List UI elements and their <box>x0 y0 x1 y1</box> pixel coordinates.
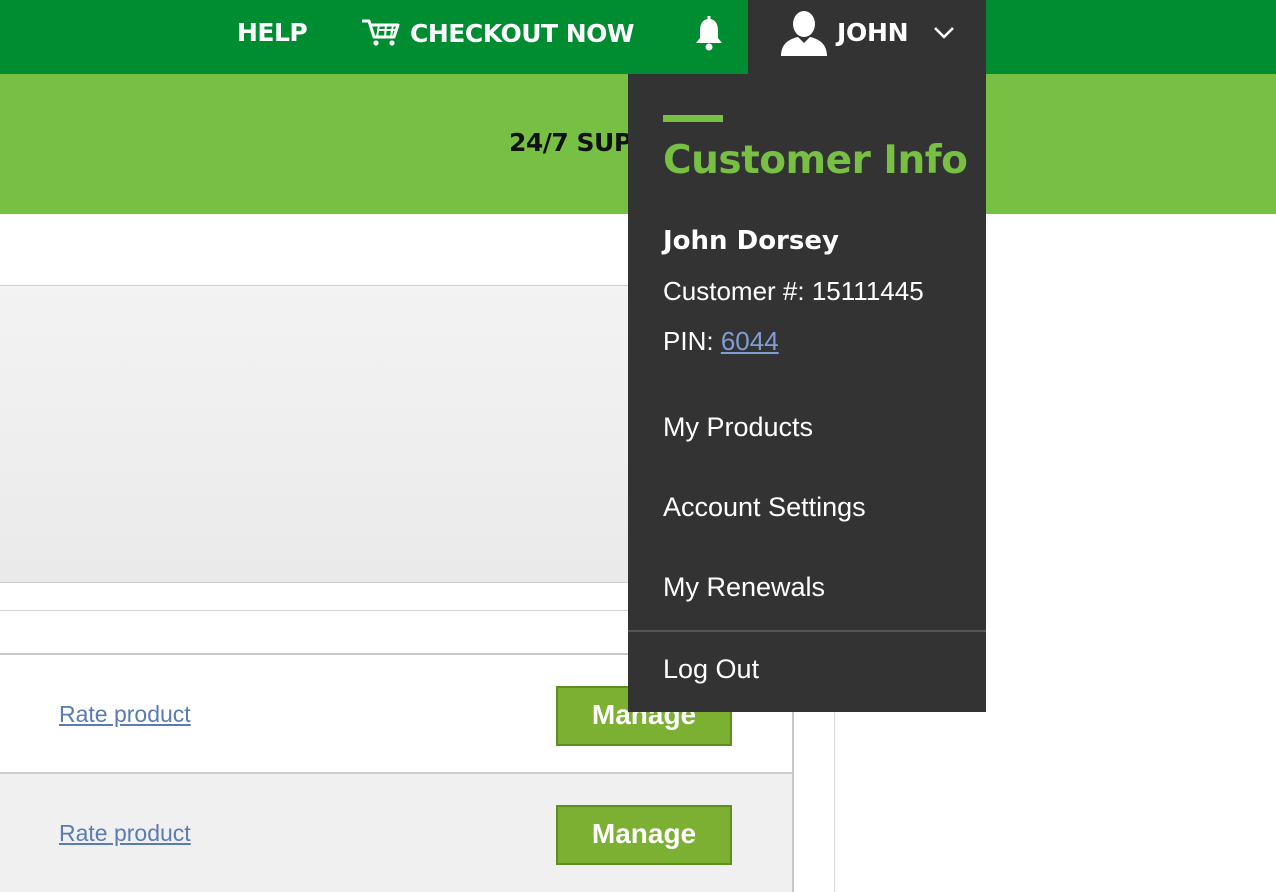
title-accent-bar <box>663 115 723 122</box>
customer-number-label: Customer #: <box>663 276 805 306</box>
menu-item-my-renewals[interactable]: My Renewals <box>663 572 825 603</box>
manage-button[interactable]: Manage <box>556 805 732 865</box>
pin-label: PIN: <box>663 326 714 356</box>
divider <box>0 610 640 611</box>
menu-item-my-products[interactable]: My Products <box>663 412 813 443</box>
banner-text: 24/7 SUP <box>509 128 632 157</box>
customer-name: John Dorsey <box>663 226 839 256</box>
top-nav-bar: HELP CHECKOUT NOW JOHN <box>0 0 1276 74</box>
user-icon <box>781 11 827 56</box>
customer-pin: PIN: 6044 <box>663 326 779 357</box>
cart-icon <box>362 19 400 46</box>
checkout-now-link[interactable]: CHECKOUT NOW <box>362 18 635 48</box>
menu-item-account-settings[interactable]: Account Settings <box>663 492 866 523</box>
checkout-now-label: CHECKOUT NOW <box>410 18 635 48</box>
customer-number-value: 15111445 <box>811 276 924 306</box>
menu-divider <box>628 630 986 632</box>
customer-info-dropdown: Customer Info John Dorsey Customer #: 15… <box>628 74 986 712</box>
pin-value-link[interactable]: 6044 <box>721 326 779 356</box>
chevron-down-icon <box>934 27 954 39</box>
help-link[interactable]: HELP <box>237 18 308 47</box>
dropdown-title: Customer Info <box>663 138 968 183</box>
rate-product-link[interactable]: Rate product <box>59 820 191 847</box>
bell-icon <box>696 16 722 51</box>
user-menu-toggle[interactable]: JOHN <box>748 0 986 74</box>
rate-product-link[interactable]: Rate product <box>59 701 191 728</box>
user-name-label: JOHN <box>837 18 909 47</box>
customer-number: Customer #: 15111445 <box>663 276 924 307</box>
product-row: Rate product Manage <box>0 774 794 892</box>
logout-link[interactable]: Log Out <box>663 654 759 685</box>
notifications-button[interactable] <box>694 16 724 57</box>
content-panel <box>0 285 640 583</box>
